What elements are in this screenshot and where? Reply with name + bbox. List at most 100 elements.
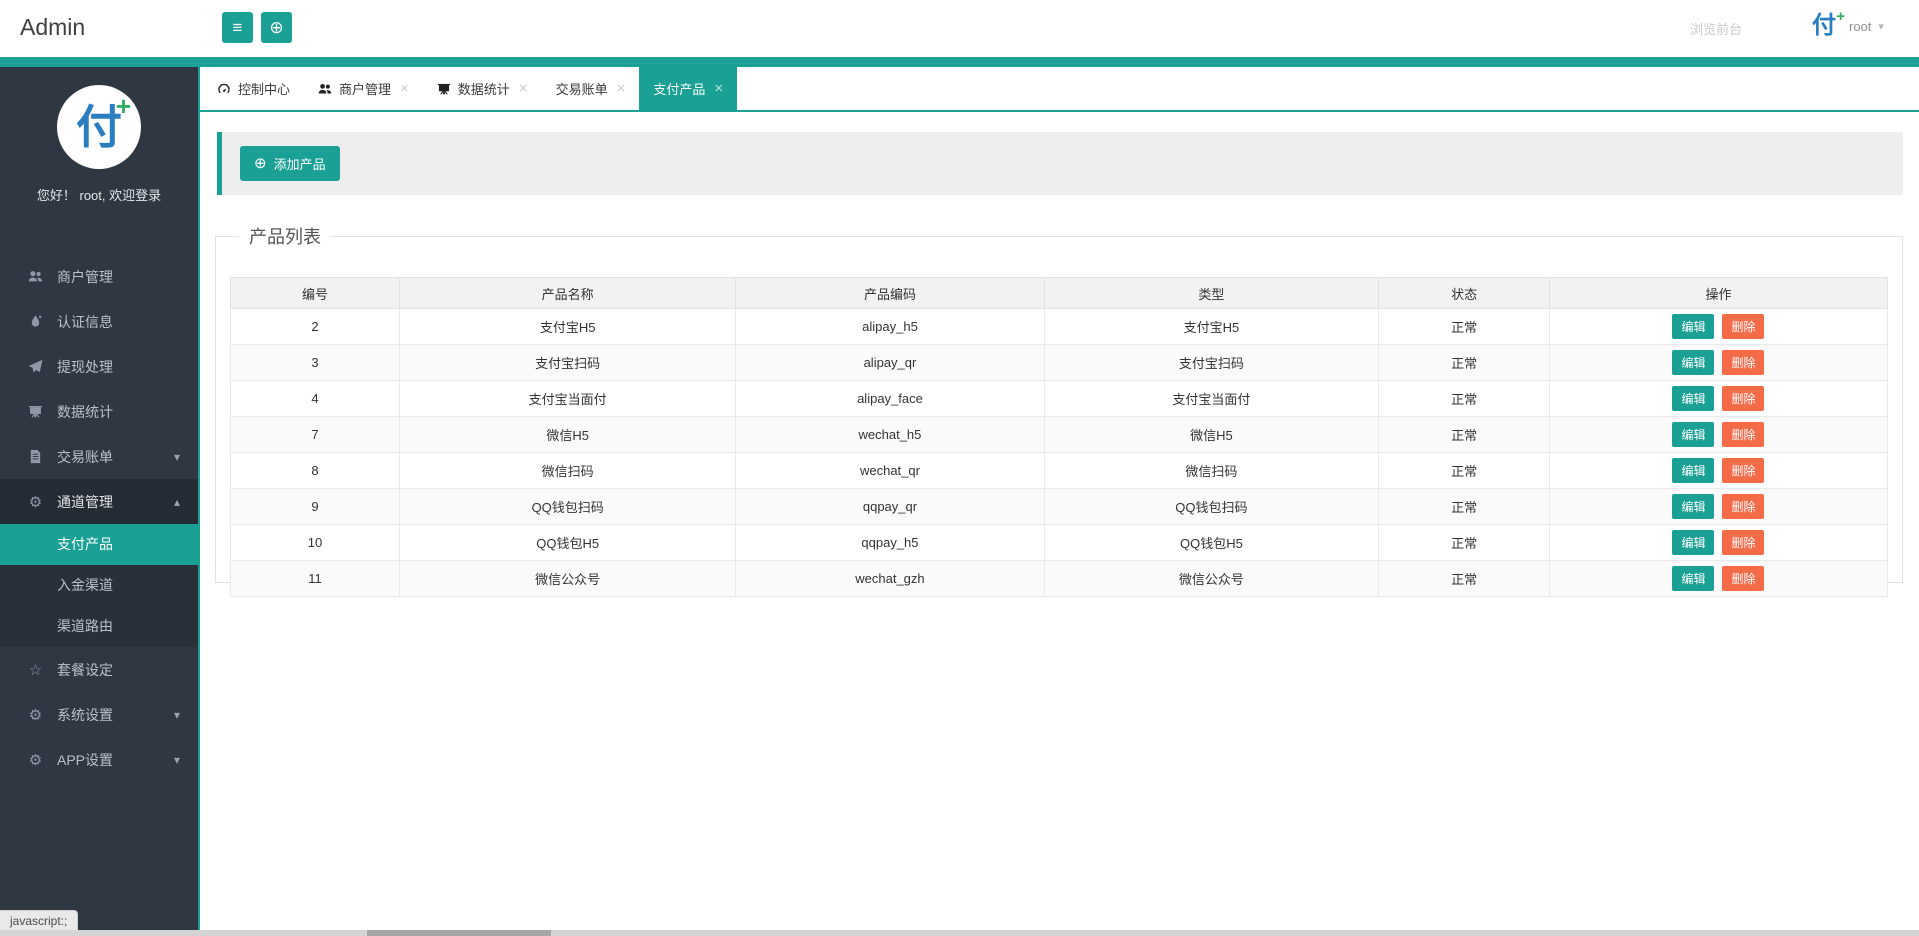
delete-button[interactable]: 删除 bbox=[1722, 422, 1764, 447]
sidebar: 付+ 您好！ root, 欢迎登录 商户管理 认证信息 bbox=[0, 67, 200, 936]
cell-status: 正常 bbox=[1379, 381, 1550, 417]
users-icon bbox=[318, 82, 332, 96]
user-menu[interactable]: 付+ root ▾ bbox=[1812, 10, 1884, 42]
cell-status: 正常 bbox=[1379, 561, 1550, 597]
cell-id: 2 bbox=[231, 309, 400, 345]
cell-status: 正常 bbox=[1379, 453, 1550, 489]
close-icon[interactable]: × bbox=[617, 80, 626, 97]
chevron-down-icon: ▾ bbox=[174, 708, 180, 722]
star-icon: ☆ bbox=[27, 661, 44, 679]
edit-button[interactable]: 编辑 bbox=[1672, 422, 1714, 447]
users-icon bbox=[27, 269, 44, 284]
greeting-text: 您好！ root, 欢迎登录 bbox=[0, 185, 198, 204]
sidebar-item-channel-management[interactable]: ⚙ 通道管理 ▴ bbox=[0, 479, 198, 524]
cell-id: 4 bbox=[231, 381, 400, 417]
delete-button[interactable]: 删除 bbox=[1722, 458, 1764, 483]
edit-button[interactable]: 编辑 bbox=[1672, 566, 1714, 591]
edit-button[interactable]: 编辑 bbox=[1672, 314, 1714, 339]
sidebar-item-merchants[interactable]: 商户管理 bbox=[0, 254, 198, 299]
tab-transactions[interactable]: 交易账单 × bbox=[542, 67, 640, 110]
cell-actions: 编辑删除 bbox=[1549, 381, 1887, 417]
edit-button[interactable]: 编辑 bbox=[1672, 350, 1714, 375]
cell-code: qqpay_h5 bbox=[736, 525, 1044, 561]
sidebar-group-channels: ⚙ 通道管理 ▴ 支付产品 入金渠道 渠道路由 bbox=[0, 479, 198, 647]
cell-id: 7 bbox=[231, 417, 400, 453]
browser-status-text: javascript:; bbox=[0, 910, 78, 930]
cell-code: wechat_h5 bbox=[736, 417, 1044, 453]
sidebar-item-channel-routing[interactable]: 渠道路由 bbox=[0, 606, 198, 647]
chevron-up-icon: ▴ bbox=[174, 495, 180, 509]
delete-button[interactable]: 删除 bbox=[1722, 386, 1764, 411]
delete-button[interactable]: 删除 bbox=[1722, 350, 1764, 375]
cell-status: 正常 bbox=[1379, 489, 1550, 525]
header-buttons: ≡ ⊕ bbox=[222, 12, 292, 43]
visit-front-link[interactable]: 浏览前台 bbox=[1690, 19, 1742, 38]
cell-id: 3 bbox=[231, 345, 400, 381]
sidebar-item-payment-products[interactable]: 支付产品 bbox=[0, 524, 198, 565]
cell-type: 支付宝当面付 bbox=[1044, 381, 1379, 417]
edit-button[interactable]: 编辑 bbox=[1672, 458, 1714, 483]
add-product-button[interactable]: ⊕ 添加产品 bbox=[240, 146, 340, 181]
horizontal-scrollbar[interactable] bbox=[0, 930, 1919, 936]
tab-payment-products[interactable]: 支付产品 × bbox=[639, 67, 737, 110]
cell-type: 微信H5 bbox=[1044, 417, 1379, 453]
cell-status: 正常 bbox=[1379, 345, 1550, 381]
close-icon[interactable]: × bbox=[714, 80, 723, 97]
cell-name: 微信扫码 bbox=[400, 453, 736, 489]
delete-button[interactable]: 删除 bbox=[1722, 494, 1764, 519]
cell-name: QQ钱包H5 bbox=[400, 525, 736, 561]
cell-actions: 编辑删除 bbox=[1549, 525, 1887, 561]
table-row: 9QQ钱包扫码qqpay_qrQQ钱包扫码正常编辑删除 bbox=[231, 489, 1888, 525]
cell-actions: 编辑删除 bbox=[1549, 453, 1887, 489]
sidebar-item-label: 系统设置 bbox=[57, 705, 113, 725]
tab-dashboard[interactable]: 控制中心 bbox=[203, 67, 304, 110]
tab-statistics[interactable]: 数据统计 × bbox=[423, 67, 542, 110]
scrollbar-thumb[interactable] bbox=[367, 930, 551, 936]
brand-title: Admin bbox=[20, 14, 85, 41]
sidebar-item-packages[interactable]: ☆ 套餐设定 bbox=[0, 647, 198, 692]
edit-button[interactable]: 编辑 bbox=[1672, 386, 1714, 411]
lifering-icon: ⊕ bbox=[269, 18, 283, 37]
cell-id: 9 bbox=[231, 489, 400, 525]
cell-name: 支付宝H5 bbox=[400, 309, 736, 345]
tab-label: 交易账单 bbox=[556, 79, 608, 98]
tab-merchants[interactable]: 商户管理 × bbox=[304, 67, 423, 110]
cell-type: 微信公众号 bbox=[1044, 561, 1379, 597]
delete-button[interactable]: 删除 bbox=[1722, 314, 1764, 339]
cell-status: 正常 bbox=[1379, 525, 1550, 561]
username: root bbox=[1849, 19, 1871, 34]
sidebar-item-label: 提现处理 bbox=[57, 357, 113, 377]
table-row: 4支付宝当面付alipay_face支付宝当面付正常编辑删除 bbox=[231, 381, 1888, 417]
sidebar-item-label: 数据统计 bbox=[57, 402, 113, 422]
edit-button[interactable]: 编辑 bbox=[1672, 494, 1714, 519]
sidebar-item-withdrawals[interactable]: 提现处理 bbox=[0, 344, 198, 389]
sidebar-item-certification[interactable]: 认证信息 bbox=[0, 299, 198, 344]
close-icon[interactable]: × bbox=[519, 80, 528, 97]
cell-code: wechat_qr bbox=[736, 453, 1044, 489]
table-row: 7微信H5wechat_h5微信H5正常编辑删除 bbox=[231, 417, 1888, 453]
gears-icon: ⚙ bbox=[27, 706, 44, 724]
col-id: 编号 bbox=[231, 278, 400, 309]
table-header-row: 编号 产品名称 产品编码 类型 状态 操作 bbox=[231, 278, 1888, 309]
cell-type: QQ钱包扫码 bbox=[1044, 489, 1379, 525]
sidebar-item-deposit-channels[interactable]: 入金渠道 bbox=[0, 565, 198, 606]
col-code: 产品编码 bbox=[736, 278, 1044, 309]
cell-type: 支付宝H5 bbox=[1044, 309, 1379, 345]
col-actions: 操作 bbox=[1549, 278, 1887, 309]
sidebar-item-app-settings[interactable]: ⚙ APP设置 ▾ bbox=[0, 737, 198, 782]
product-table: 编号 产品名称 产品编码 类型 状态 操作 2支付宝H5alipay_h5支付宝… bbox=[230, 277, 1888, 597]
cell-code: wechat_gzh bbox=[736, 561, 1044, 597]
sidebar-item-system-settings[interactable]: ⚙ 系统设置 ▾ bbox=[0, 692, 198, 737]
lock-screen-button[interactable]: ⊕ bbox=[261, 12, 292, 43]
toolbar: ⊕ 添加产品 bbox=[217, 132, 1903, 195]
sidebar-item-transactions[interactable]: 交易账单 ▾ bbox=[0, 434, 198, 479]
sidebar-item-statistics[interactable]: 数据统计 bbox=[0, 389, 198, 434]
cell-code: alipay_face bbox=[736, 381, 1044, 417]
col-type: 类型 bbox=[1044, 278, 1379, 309]
delete-button[interactable]: 删除 bbox=[1722, 530, 1764, 555]
close-icon[interactable]: × bbox=[400, 80, 409, 97]
presentation-chart-icon bbox=[437, 82, 451, 96]
collapse-sidebar-button[interactable]: ≡ bbox=[222, 12, 253, 43]
delete-button[interactable]: 删除 bbox=[1722, 566, 1764, 591]
edit-button[interactable]: 编辑 bbox=[1672, 530, 1714, 555]
